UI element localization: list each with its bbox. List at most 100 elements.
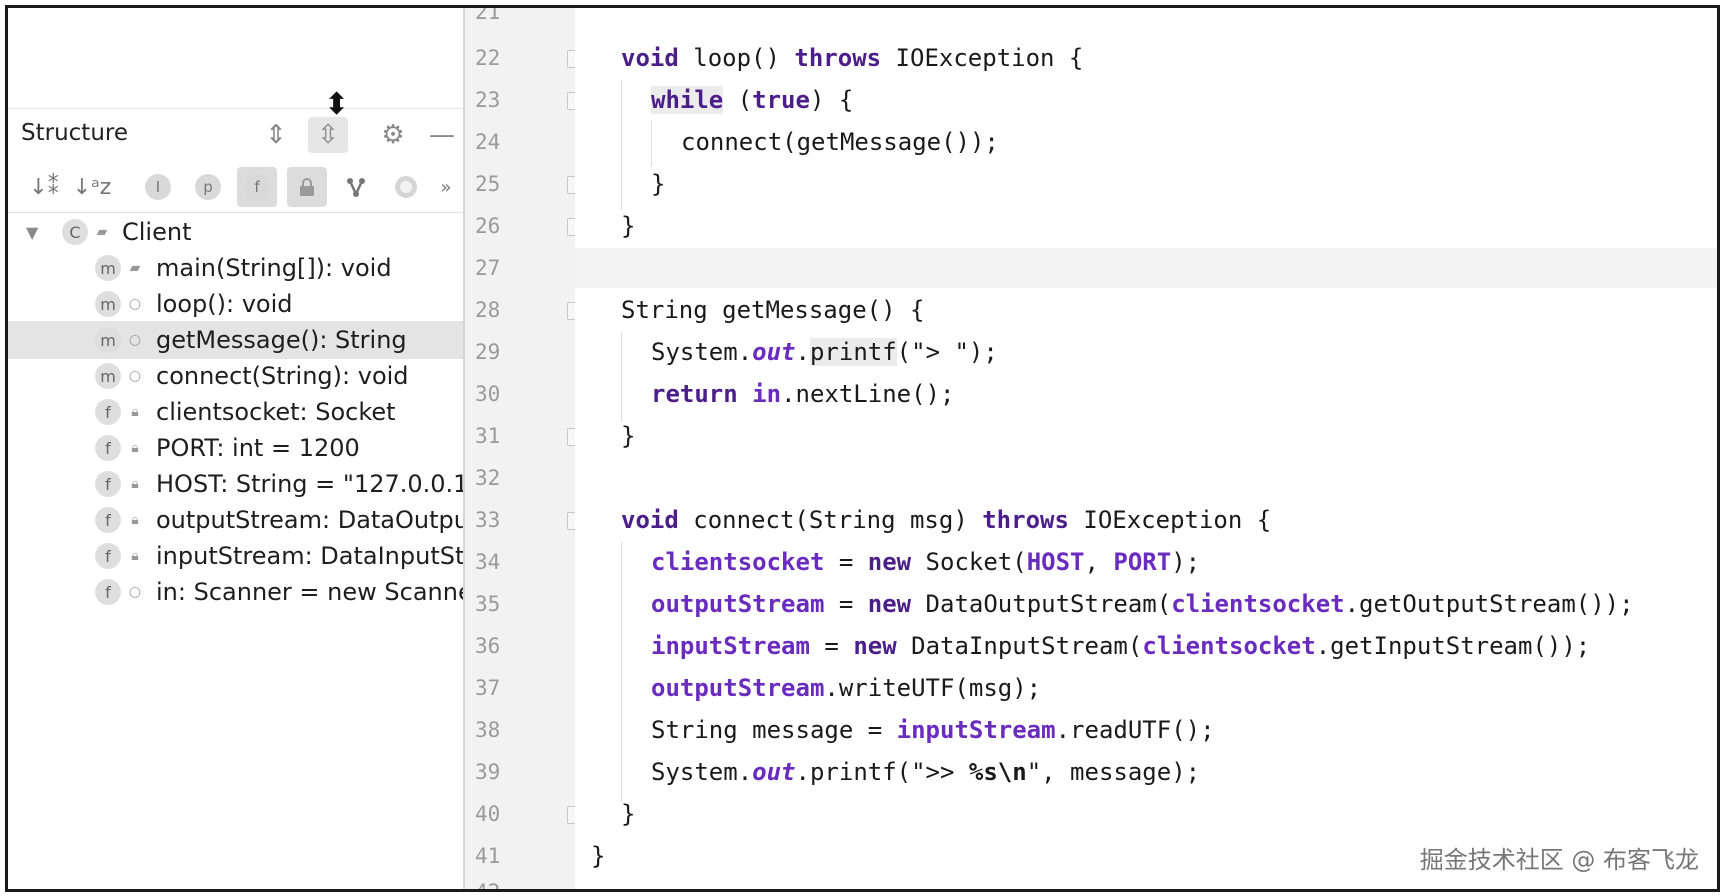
show-anonymous-icon[interactable] — [386, 167, 426, 207]
line-number: 23 — [475, 88, 501, 112]
expand-all-icon[interactable]: ⇕ — [256, 117, 296, 153]
code-text: System. — [651, 758, 753, 786]
indent-guide — [621, 542, 622, 802]
line-number: 35 — [475, 592, 501, 616]
tree-item-label: in: Scanner = new Scanner — [156, 578, 463, 606]
tree-item[interactable]: f 🔒︎ clientsocket: Socket — [8, 393, 463, 431]
code-text: System. — [651, 338, 753, 366]
sort-by-visibility-icon[interactable]: ↓⁑ — [24, 167, 64, 207]
panel-title: Structure — [21, 120, 128, 146]
tree-item[interactable]: m ▰ main(String[]): void — [8, 249, 463, 287]
code-text: .getInputStream()); — [1315, 632, 1591, 660]
code-line-24: connect(getMessage()); — [681, 122, 999, 162]
method-icon: m — [95, 327, 121, 353]
code-text: } — [621, 800, 636, 828]
tree-item[interactable]: f 🔒︎ outputStream: DataOutputStream — [8, 501, 463, 539]
code-line-26: } — [621, 206, 635, 246]
tree-item-label: loop(): void — [156, 290, 293, 318]
tree-root-client[interactable]: ▼ C ▰ Client — [8, 213, 463, 251]
tree-item[interactable]: m ○ loop(): void — [8, 285, 463, 323]
line-number: 31 — [475, 424, 501, 448]
tree-item[interactable]: f 🔒︎ PORT: int = 1200 — [8, 429, 463, 467]
tree-item-label: PORT: int = 1200 — [156, 434, 360, 462]
private-lock-icon: 🔒︎ — [131, 548, 139, 564]
code-line-40: } — [621, 794, 635, 834]
code-line-38: String message = inputStream.readUTF(); — [651, 710, 1215, 750]
code-editor[interactable]: void loop() throws IOException { while (… — [575, 8, 1717, 889]
expand-arrow-icon[interactable]: ▼ — [26, 223, 38, 242]
tree-item-selected[interactable]: m ○ getMessage(): String — [8, 321, 463, 359]
line-number: 22 — [475, 46, 501, 70]
package-private-icon: ○ — [128, 584, 142, 600]
tree-item-label: clientsocket: Socket — [156, 398, 396, 426]
sort-alphabetically-icon[interactable]: ↓ᵃz — [72, 167, 112, 207]
class-icon: C — [62, 219, 88, 245]
line-number: 33 — [475, 508, 501, 532]
code-text: connect(getMessage()); — [681, 128, 999, 156]
tree-item-label: outputStream: DataOutputStream — [156, 506, 463, 534]
keyword: void — [621, 44, 679, 72]
package-private-icon: ○ — [128, 368, 142, 384]
code-line-36: inputStream = new DataInputStream(client… — [651, 626, 1590, 666]
gear-icon[interactable]: ⚙ — [373, 117, 413, 153]
watermark: 掘金技术社区 @ 布客飞龙 — [1419, 846, 1699, 874]
field-ref: inputStream — [896, 716, 1056, 744]
line-number: 32 — [475, 466, 501, 490]
line-number-gutter: 21 22 23 24 25 26 27 28 29 30 31 32 33 3… — [463, 8, 583, 892]
show-inherited-icon[interactable]: I — [138, 167, 178, 207]
code-text: connect(String msg) — [678, 506, 983, 534]
show-fields-icon[interactable]: f — [237, 167, 277, 207]
code-line-41: } — [591, 836, 605, 876]
tree-item[interactable]: f ○ in: Scanner = new Scanner — [8, 573, 463, 611]
tree-item-label: Client — [122, 218, 192, 246]
tree-item[interactable]: f 🔒︎ HOST: String = "127.0.0.1" — [8, 465, 463, 503]
keyword: while — [651, 86, 724, 114]
code-text: = — [809, 632, 854, 660]
package-visibility-icon: ▰ — [96, 224, 108, 240]
code-text: DataOutputStream( — [911, 590, 1172, 618]
show-lambdas-icon[interactable] — [336, 167, 376, 207]
caret-line-highlight — [575, 248, 1717, 288]
code-line-33: void connect(String msg) throws IOExcept… — [621, 500, 1271, 540]
line-number: 39 — [475, 760, 501, 784]
code-text: } — [621, 212, 636, 240]
code-line-31: } — [621, 416, 635, 456]
line-number: 34 — [475, 550, 501, 574]
line-number: 29 — [475, 340, 501, 364]
code-line-23: while (true) { — [651, 80, 853, 120]
method-icon: m — [95, 255, 121, 281]
code-line-35: outputStream = new DataOutputStream(clie… — [651, 584, 1634, 624]
static-field-ref: out — [752, 338, 796, 366]
keyword: return — [651, 380, 738, 408]
private-lock-icon: 🔒︎ — [131, 404, 139, 420]
show-non-public-icon[interactable] — [287, 167, 327, 207]
field-ref: clientsocket — [651, 548, 825, 576]
keyword: new — [867, 590, 912, 618]
field-icon: f — [95, 579, 121, 605]
tree-item-label: inputStream: DataInputStream — [156, 542, 463, 570]
field-icon: f — [95, 399, 121, 425]
minimize-icon[interactable]: — — [422, 117, 462, 153]
tree-item-label: HOST: String = "127.0.0.1" — [156, 470, 463, 498]
screenshot-frame: Structure ⇕ ⇳ ⚙ — ⬍ ↓⁑ ↓ᵃz I p f » ▼ C ▰… — [5, 5, 1720, 892]
show-properties-icon[interactable]: p — [188, 167, 228, 207]
keyword: new — [867, 548, 912, 576]
code-text: .readUTF(); — [1055, 716, 1215, 744]
tree-item[interactable]: m ○ connect(String): void — [8, 357, 463, 395]
structure-panel: Structure ⇕ ⇳ ⚙ — ⬍ ↓⁑ ↓ᵃz I p f » ▼ C ▰… — [8, 8, 463, 889]
method-icon: m — [95, 291, 121, 317]
code-text: } — [621, 422, 636, 450]
field-ref: inputStream — [651, 632, 810, 660]
line-number: 36 — [475, 634, 501, 658]
code-text: ", message); — [1026, 758, 1201, 786]
line-number: 42 — [475, 880, 501, 892]
field-ref: HOST — [1026, 548, 1085, 576]
field-ref: clientsocket — [1171, 590, 1345, 618]
collapse-all-icon[interactable]: ⇳ — [308, 117, 348, 153]
tree-item[interactable]: f 🔒︎ inputStream: DataInputStream — [8, 537, 463, 575]
more-icon[interactable]: » — [426, 167, 466, 207]
code-text: ("> "); — [896, 338, 998, 366]
field-icon: f — [95, 507, 121, 533]
indent-guide — [651, 120, 652, 166]
